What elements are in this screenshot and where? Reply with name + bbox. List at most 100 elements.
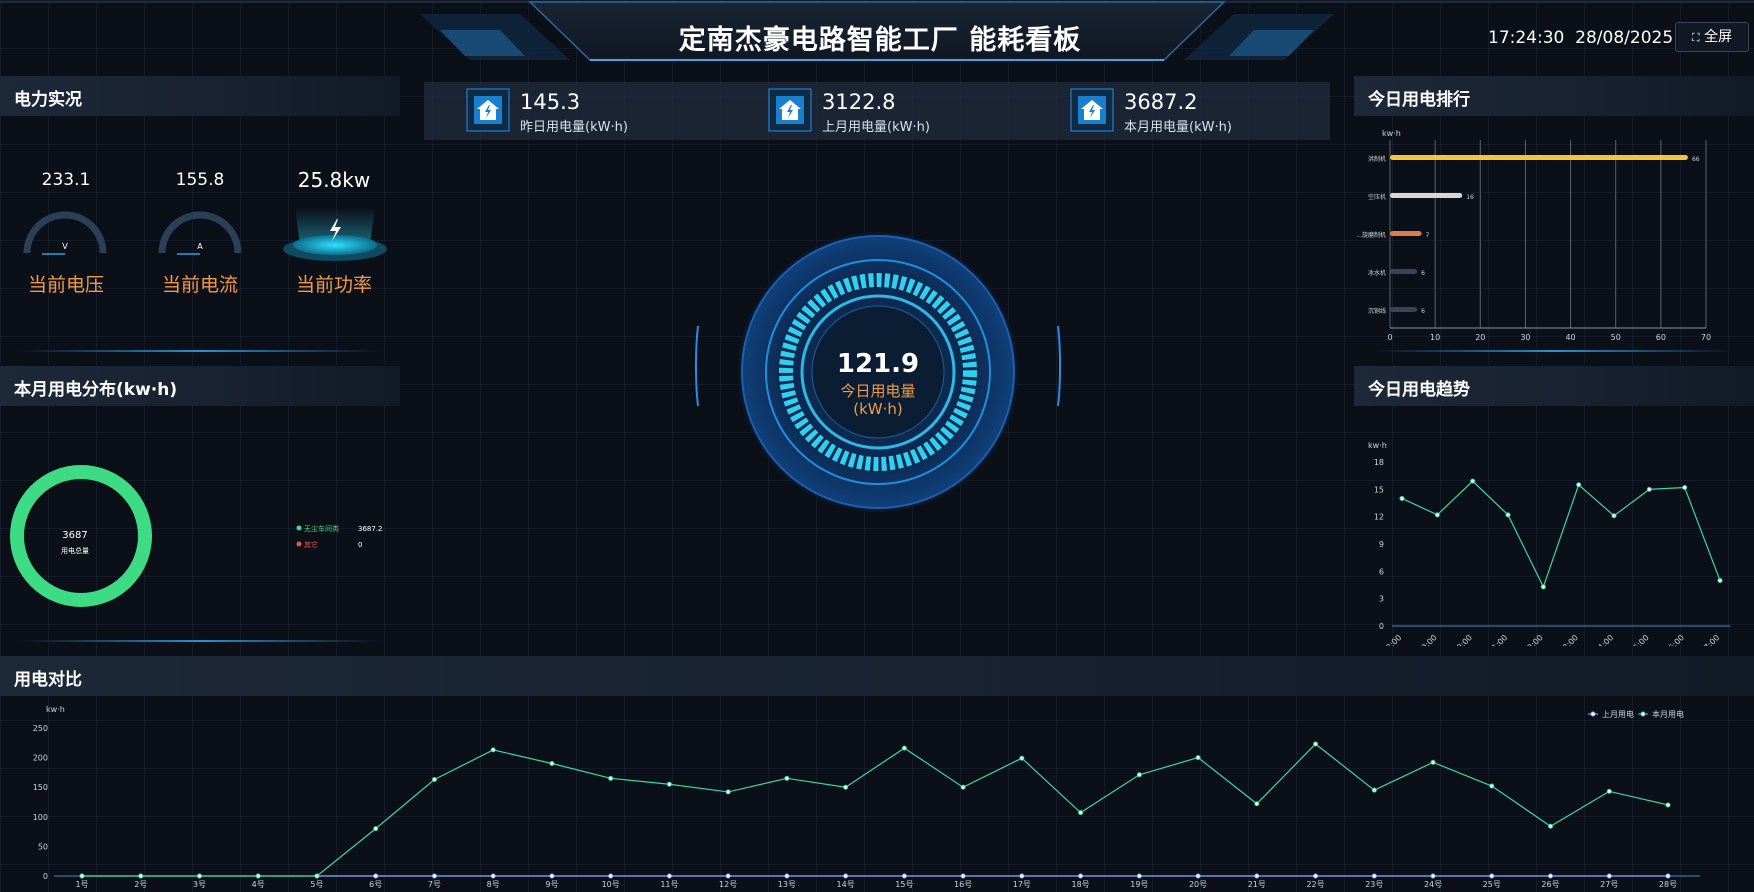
- fullscreen-button[interactable]: ⛶ 全屏: [1675, 22, 1749, 52]
- trend-line-chart: kw·h 0 3 6 9 12 15 18 08:00 09:00 10:00 11:00 12:00 1…: [1368, 441, 1730, 646]
- comparison-x-tick: 14号: [837, 880, 855, 889]
- comparison-point: [196, 873, 202, 879]
- comparison-point: [1371, 787, 1377, 793]
- comparison-point: [725, 873, 731, 879]
- comparison-y-tick: 150: [33, 783, 48, 792]
- ranking-x-tick: 0: [1387, 333, 1392, 342]
- legend-name-other[interactable]: 其它: [304, 540, 318, 549]
- gauge-current: A: [158, 211, 242, 255]
- comparison-point: [1430, 759, 1436, 765]
- trend-x-tick: 17:00: [1699, 633, 1722, 646]
- comparison-y-tick: 0: [43, 872, 48, 881]
- legend-dot-cleanroom: [296, 525, 302, 531]
- comparison-x-tick: 19号: [1130, 880, 1148, 889]
- comparison-x-tick: 1号: [75, 880, 88, 889]
- ranking-x-tick: 60: [1656, 333, 1666, 342]
- trend-x-tick: 16:00: [1663, 633, 1686, 646]
- ranking-category-label: ...旋磨制机: [1356, 231, 1386, 239]
- comparison-y-tick: 200: [33, 754, 48, 763]
- page-title: 定南杰豪电路智能工厂 能耗看板: [678, 25, 1082, 56]
- ranking-bar-value: 7: [1426, 232, 1430, 239]
- today-energy-unit: (kW·h): [853, 400, 903, 418]
- comparison-legend-marker: [1640, 711, 1646, 717]
- trend-y-tick: 9: [1379, 540, 1384, 549]
- comparison-point: [1136, 873, 1142, 879]
- comparison-y-tick: 250: [33, 724, 48, 733]
- panel-trend-head: 今日用电趋势: [1354, 366, 1754, 406]
- comparison-point: [608, 873, 614, 879]
- ranking-category-label: 沉铜线: [1368, 307, 1386, 315]
- ranking-bar: [1390, 231, 1422, 236]
- comparison-point: [431, 777, 437, 783]
- comparison-legend-label: 上月用电: [1602, 709, 1634, 719]
- legend-dot-other: [296, 541, 302, 547]
- divider: [20, 350, 380, 352]
- comparison-x-tick: 7号: [428, 880, 441, 889]
- stat-yesterday: 145.3 昨日用电量(kW·h): [424, 82, 724, 140]
- comparison-point: [1548, 873, 1554, 879]
- comparison-x-tick: 24号: [1424, 880, 1442, 889]
- panel-ranking-head: 今日用电排行: [1354, 76, 1754, 116]
- ranking-bar: [1390, 307, 1418, 312]
- stat-strip: 145.3 昨日用电量(kW·h) 3122.8 上月用电量(kW·h) 368…: [424, 82, 1330, 140]
- comparison-x-tick: 15号: [895, 880, 913, 889]
- today-energy-value: 121.9: [837, 349, 919, 379]
- fullscreen-label: 全屏: [1704, 29, 1733, 45]
- legend-name-cleanroom[interactable]: 无尘车间类: [304, 524, 339, 533]
- comparison-point: [843, 873, 849, 879]
- stat-last-month-label: 上月用电量(kW·h): [822, 120, 930, 135]
- stat-this-month-value: 3687.2: [1124, 90, 1198, 114]
- comparison-x-tick: 8号: [487, 880, 500, 889]
- comparison-x-tick: 2号: [134, 880, 147, 889]
- comparison-point: [843, 784, 849, 790]
- trend-y-unit: kw·h: [1368, 441, 1387, 450]
- trend-y-tick: 15: [1374, 485, 1384, 494]
- comparison-point: [1078, 873, 1084, 879]
- comparison-point: [666, 781, 672, 787]
- panel-title-distribution: 本月用电分布(kw·h): [14, 380, 178, 400]
- trend-point: [1576, 482, 1582, 488]
- panel-power-realtime-head: 电力实况: [0, 76, 400, 116]
- header: 定南杰豪电路智能工厂 能耗看板 17:24:30 28/08/2025 ⛶ 全屏: [0, 0, 1754, 76]
- gauge-voltage: V: [23, 211, 107, 255]
- ranking-x-tick: 50: [1611, 333, 1621, 342]
- clock-time: 17:24:30: [1488, 28, 1565, 48]
- trend-y-tick: 12: [1374, 513, 1384, 522]
- comparison-point: [373, 873, 379, 879]
- comparison-legend-label: 本月用电: [1652, 709, 1684, 719]
- comparison-point: [1019, 755, 1025, 761]
- ranking-bar: [1390, 193, 1463, 198]
- ranking-x-tick: 20: [1475, 333, 1485, 342]
- divider: [20, 640, 380, 642]
- power-house-icon: [466, 88, 510, 132]
- legend-value-other: 0: [358, 541, 362, 549]
- clock: 17:24:30 28/08/2025: [1488, 28, 1673, 48]
- stat-this-month-label: 本月用电量(kW·h): [1124, 120, 1232, 135]
- comparison-x-tick: 20号: [1189, 880, 1207, 889]
- gauge-power-value: 25.8kw: [297, 168, 371, 192]
- trend-y-tick: 0: [1379, 622, 1384, 631]
- ranking-x-tick: 10: [1430, 333, 1440, 342]
- trend-x-tick: 10:00: [1451, 633, 1474, 646]
- comparison-point: [608, 775, 614, 781]
- ranking-bar: [1390, 269, 1418, 274]
- ranking-bar-value: 66: [1692, 156, 1700, 163]
- comparison-y-unit: kw·h: [46, 705, 65, 714]
- comparison-point: [960, 873, 966, 879]
- trend-point: [1611, 513, 1617, 519]
- today-energy-dial: 121.9 今日用电量 (kW·h): [694, 232, 1062, 512]
- trend-x-tick: 09:00: [1416, 633, 1439, 646]
- comparison-point: [255, 873, 261, 879]
- comparison-x-tick: 26号: [1541, 880, 1559, 889]
- comparison-x-tick: 25号: [1483, 880, 1501, 889]
- trend-point: [1646, 486, 1652, 492]
- today-energy-label: 今日用电量: [840, 382, 915, 400]
- comparison-point: [1313, 741, 1319, 747]
- panel-title-power-realtime: 电力实况: [14, 90, 82, 110]
- comparison-x-tick: 6号: [369, 880, 382, 889]
- power-house-icon: [768, 88, 812, 132]
- comparison-point: [1254, 801, 1260, 807]
- comparison-point: [138, 873, 144, 879]
- stat-yesterday-label: 昨日用电量(kW·h): [520, 120, 628, 135]
- comparison-point: [1665, 802, 1671, 808]
